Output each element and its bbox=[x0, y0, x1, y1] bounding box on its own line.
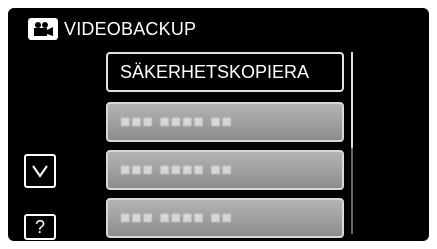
camera-menu-panel: VIDEOBACKUP SÄKERHETSKOPIERA ■■■ ■■■■ ■■… bbox=[8, 8, 429, 241]
help-button-label: ? bbox=[34, 217, 45, 237]
menu-item-4[interactable]: ■■■ ■■■■ ■■ bbox=[106, 198, 344, 238]
menu-item-2[interactable]: ■■■ ■■■■ ■■ bbox=[106, 102, 344, 142]
scrollbar-thumb[interactable] bbox=[351, 52, 353, 148]
video-camera-icon bbox=[28, 18, 58, 40]
chevron-down-icon bbox=[32, 165, 48, 178]
menu-item-label: ■■■ ■■■■ ■■ bbox=[120, 208, 233, 227]
menu-item-3[interactable]: ■■■ ■■■■ ■■ bbox=[106, 150, 344, 190]
screen: VIDEOBACKUP SÄKERHETSKOPIERA ■■■ ■■■■ ■■… bbox=[0, 0, 437, 249]
help-button[interactable]: ? bbox=[24, 214, 56, 240]
menu-item-label: ■■■ ■■■■ ■■ bbox=[120, 112, 233, 131]
scroll-down-button[interactable] bbox=[24, 154, 56, 188]
menu-item-label: SÄKERHETSKOPIERA bbox=[120, 62, 310, 82]
page-title: VIDEOBACKUP bbox=[64, 19, 197, 39]
menu-item-label: ■■■ ■■■■ ■■ bbox=[120, 160, 233, 179]
menu-item-backup[interactable]: SÄKERHETSKOPIERA bbox=[106, 52, 344, 92]
